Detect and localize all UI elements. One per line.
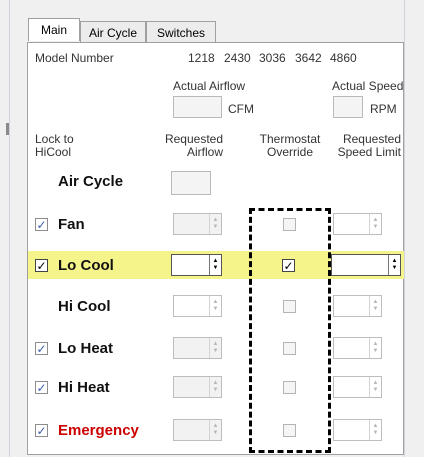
row-label-emergency: Emergency (58, 422, 139, 439)
model-3036: 3036 (259, 51, 286, 65)
requested-speed-limit-header: Requested Speed Limit (337, 132, 401, 159)
spin-down-icon[interactable]: ▼ (373, 430, 379, 437)
model-3642: 3642 (295, 51, 322, 65)
speed-limit-lo-cool[interactable]: ▲ ▼ (331, 254, 401, 276)
air-cycle-field[interactable] (171, 171, 211, 195)
requested-airflow-lo-heat[interactable]: ▲ ▼ (173, 337, 222, 359)
splitter-grip[interactable] (6, 123, 9, 135)
tab-switches[interactable]: Switches (146, 21, 216, 43)
spin-down-icon[interactable]: ▼ (213, 430, 219, 437)
spin-down-icon[interactable]: ▼ (213, 387, 219, 394)
lock-checkbox-lo-heat[interactable]: ✓ (35, 341, 48, 356)
thermostat-override-header: Thermostat Override (259, 132, 321, 159)
speed-limit-fan[interactable]: ▲ ▼ (333, 213, 382, 235)
spin-up-icon[interactable]: ▲ (213, 258, 219, 265)
tab-air-cycle[interactable]: Air Cycle (80, 21, 146, 43)
lock-checkbox-lo-cool[interactable]: ✓ (35, 258, 48, 273)
spin-down-icon[interactable]: ▼ (373, 348, 379, 355)
requested-airflow-hi-cool[interactable]: ▲ ▼ (173, 295, 222, 317)
frame-divider (9, 0, 10, 457)
requested-airflow-emergency[interactable]: ▲ ▼ (173, 419, 222, 441)
lock-checkbox-emergency[interactable]: ✓ (35, 423, 48, 438)
spin-down-icon[interactable]: ▼ (392, 265, 398, 272)
spin-up-icon[interactable]: ▲ (373, 423, 379, 430)
model-4860: 4860 (330, 51, 357, 65)
row-label-lo-cool: Lo Cool (58, 257, 114, 274)
model-number-label: Model Number (35, 51, 114, 65)
lock-checkbox-fan[interactable]: ✓ (35, 217, 48, 232)
actual-speed-field (333, 96, 363, 118)
speed-limit-emergency[interactable]: ▲ ▼ (333, 419, 382, 441)
tab-main[interactable]: Main (28, 18, 80, 41)
spin-up-icon[interactable]: ▲ (213, 299, 219, 306)
requested-airflow-hi-heat[interactable]: ▲ ▼ (173, 376, 222, 398)
lock-checkbox-hi-heat[interactable]: ✓ (35, 380, 48, 395)
spin-up-icon[interactable]: ▲ (213, 341, 219, 348)
spin-up-icon[interactable]: ▲ (373, 217, 379, 224)
check-icon: ✓ (36, 380, 47, 395)
spin-down-icon[interactable]: ▼ (213, 265, 219, 272)
spin-down-icon[interactable]: ▼ (213, 224, 219, 231)
spin-down-icon[interactable]: ▼ (373, 306, 379, 313)
spin-down-icon[interactable]: ▼ (213, 348, 219, 355)
requested-airflow-lo-cool[interactable]: ▲ ▼ (171, 254, 222, 276)
actual-speed-label: Actual Speed (332, 79, 404, 93)
window-frame-left (0, 0, 20, 457)
row-label-lo-heat: Lo Heat (58, 340, 114, 357)
spin-up-icon[interactable]: ▲ (392, 258, 398, 265)
row-label-hi-heat: Hi Heat (58, 379, 110, 396)
check-icon: ✓ (36, 423, 47, 438)
spin-down-icon[interactable]: ▼ (213, 306, 219, 313)
cfm-unit: CFM (228, 102, 254, 116)
check-icon: ✓ (36, 341, 47, 356)
spin-up-icon[interactable]: ▲ (373, 341, 379, 348)
model-1218: 1218 (188, 51, 215, 65)
speed-limit-lo-heat[interactable]: ▲ ▼ (333, 337, 382, 359)
speed-limit-hi-cool[interactable]: ▲ ▼ (333, 295, 382, 317)
row-label-air-cycle: Air Cycle (58, 173, 124, 190)
spin-up-icon[interactable]: ▲ (213, 217, 219, 224)
requested-airflow-fan[interactable]: ▲ ▼ (173, 213, 222, 235)
actual-airflow-field (173, 96, 222, 118)
spin-up-icon[interactable]: ▲ (373, 299, 379, 306)
thermostat-override-callout (249, 208, 331, 453)
spin-down-icon[interactable]: ▼ (373, 224, 379, 231)
frame-divider-right (404, 0, 405, 457)
requested-airflow-header: Requested Airflow (164, 132, 223, 159)
spin-up-icon[interactable]: ▲ (373, 380, 379, 387)
check-icon: ✓ (36, 258, 47, 273)
actual-airflow-label: Actual Airflow (173, 79, 246, 93)
spin-up-icon[interactable]: ▲ (213, 380, 219, 387)
model-2430: 2430 (224, 51, 251, 65)
lock-to-hicool-header: Lock to HiCool (35, 132, 74, 159)
spin-up-icon[interactable]: ▲ (213, 423, 219, 430)
speed-limit-hi-heat[interactable]: ▲ ▼ (333, 376, 382, 398)
spin-down-icon[interactable]: ▼ (373, 387, 379, 394)
row-label-fan: Fan (58, 216, 85, 233)
check-icon: ✓ (36, 217, 47, 232)
row-label-hi-cool: Hi Cool (58, 298, 111, 315)
rpm-unit: RPM (370, 102, 397, 116)
